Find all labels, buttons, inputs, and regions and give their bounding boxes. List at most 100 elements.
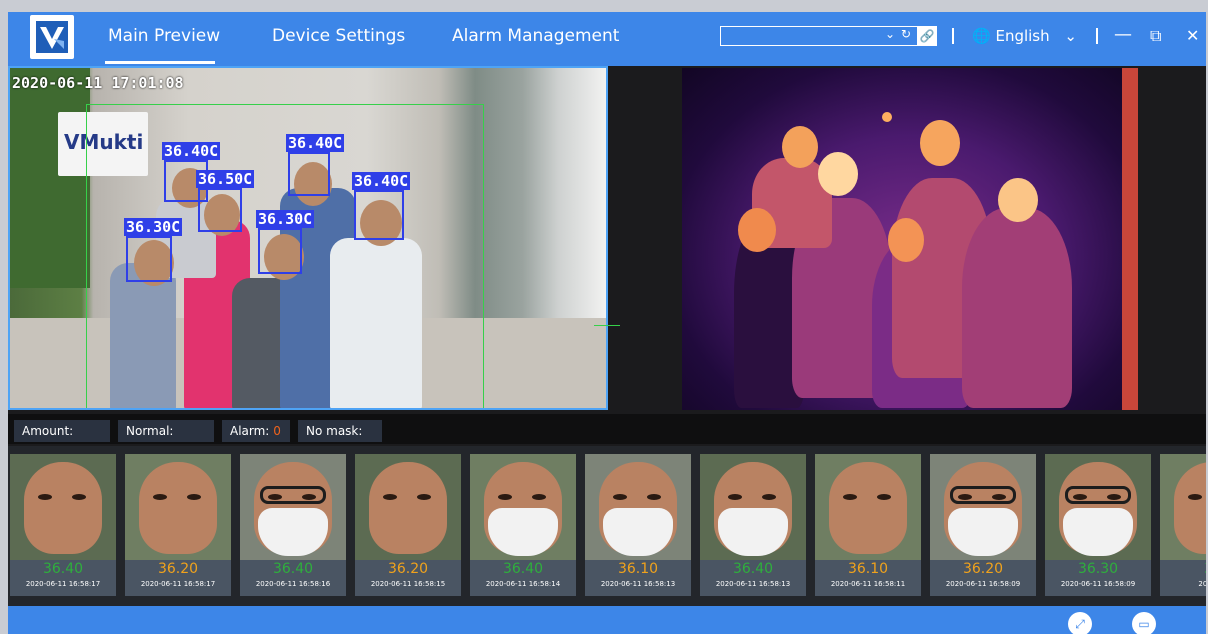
capture-temperature: 36 [1160, 560, 1206, 578]
device-search-input[interactable]: ⌄ ↻ 🔗 [720, 26, 937, 46]
face-mask [948, 508, 1018, 556]
capture-card[interactable]: 36.20 2020-06-11 16:58:17 [125, 454, 231, 596]
capture-time: 2020-06-11 16:58:13 [715, 580, 791, 588]
capture-card[interactable]: 36.20 2020-06-11 16:58:09 [930, 454, 1036, 596]
temperature-label: 36.40C [352, 172, 411, 190]
chevron-down-icon[interactable]: ⌄ [885, 27, 895, 41]
refresh-icon[interactable]: ↻ [901, 27, 911, 41]
stat-no-mask: No mask: 1116 [298, 420, 382, 460]
capture-card[interactable]: 36.10 2020-06-11 16:58:11 [815, 454, 921, 596]
capture-card[interactable]: 36.10 2020-06-11 16:58:13 [585, 454, 691, 596]
glasses [950, 486, 1016, 504]
face-thumbnail [355, 454, 461, 560]
capture-time: 2020-06-11 16:58:15 [370, 580, 446, 588]
face-thumbnail [815, 454, 921, 560]
face-thumbnail [240, 454, 346, 560]
stat-normal: Normal: 2487 [118, 420, 214, 460]
logo-icon [36, 21, 68, 53]
face-thumbnail [1045, 454, 1151, 560]
divider [1096, 28, 1098, 44]
capture-time: 2020-06-11 16:58:13 [600, 580, 676, 588]
capture-temperature: 36.40 [502, 561, 544, 577]
capture-time: 2020-06 [1198, 580, 1206, 588]
capture-temperature: 36.40 [42, 561, 84, 577]
green-wall [10, 68, 90, 288]
face-mask [603, 508, 673, 556]
video-timestamp: 2020-06-11 17:01:08 [12, 74, 184, 92]
temperature-label: 36.50C [196, 170, 255, 188]
temperature-label: 36.30C [124, 218, 183, 236]
capture-time: 2020-06-11 16:58:11 [830, 580, 906, 588]
stat-amount: Amount: 3603 [14, 420, 110, 460]
chevron-down-icon: ⌄ [1064, 27, 1077, 45]
capture-time: 2020-06-11 16:58:09 [1060, 580, 1136, 588]
capture-temperature: 36.40 [272, 561, 314, 577]
app-window: Main Preview Device Settings Alarm Manag… [8, 12, 1206, 634]
capture-card[interactable]: 36.40 2020-06-11 16:58:13 [700, 454, 806, 596]
tab-main-preview[interactable]: Main Preview [108, 26, 220, 46]
face-thumbnail [930, 454, 1036, 560]
capture-card[interactable]: 36.40 2020-06-11 16:58:17 [10, 454, 116, 596]
capture-temperature: 36.20 [962, 561, 1004, 577]
record-icon[interactable]: ▭ [1132, 612, 1156, 634]
glasses [1065, 486, 1131, 504]
face-mask [1063, 508, 1133, 556]
capture-temperature: 36.20 [387, 561, 429, 577]
glasses [260, 486, 326, 504]
active-tab-indicator [105, 61, 215, 64]
capture-card[interactable]: 36.20 2020-06-11 16:58:15 [355, 454, 461, 596]
face-box [126, 236, 172, 282]
language-selector[interactable]: 🌐 English ⌄ [972, 27, 1077, 45]
face-mask [258, 508, 328, 556]
capture-strip[interactable]: 36.40 2020-06-11 16:58:17 36.20 2020-06-11 … [8, 446, 1206, 606]
close-button[interactable]: ✕ [1186, 26, 1199, 45]
thermal-camera-view[interactable] [682, 68, 1138, 410]
capture-card[interactable]: 36.40 2020-06-11 16:58:16 [240, 454, 346, 596]
restore-button[interactable]: ⧉ [1150, 26, 1161, 46]
app-logo [30, 15, 74, 59]
fullscreen-icon[interactable]: ⤢ [1068, 612, 1092, 634]
capture-card[interactable]: 36 2020-06 [1160, 454, 1206, 596]
face-thumbnail [1160, 454, 1206, 560]
top-bar: Main Preview Device Settings Alarm Manag… [8, 12, 1206, 66]
visible-camera-view[interactable]: VMukti 2020-06-11 17:01:08 36.40C 36.50C… [8, 66, 608, 410]
capture-time: 2020-06-11 16:58:14 [485, 580, 561, 588]
language-label: English [995, 27, 1050, 45]
statistics-bar: Amount: 3603 Normal: 2487 Alarm: 0 No ma… [8, 414, 1206, 460]
capture-temperature: 36.20 [157, 561, 199, 577]
alarm-value: 0 [273, 424, 281, 438]
capture-temperature: 36.40 [732, 561, 774, 577]
face-thumbnail [125, 454, 231, 560]
face-thumbnail [470, 454, 576, 560]
minimize-button[interactable]: — [1114, 24, 1132, 45]
divider [952, 28, 954, 44]
capture-temperature: 36.10 [847, 561, 889, 577]
temperature-label: 36.40C [286, 134, 345, 152]
face-thumbnail [700, 454, 806, 560]
face-box [354, 190, 404, 240]
tab-device-settings[interactable]: Device Settings [272, 26, 405, 46]
face-mask [488, 508, 558, 556]
face-mask [718, 508, 788, 556]
face-box [258, 228, 302, 274]
capture-card[interactable]: 36.40 2020-06-11 16:58:14 [470, 454, 576, 596]
capture-time: 2020-06-11 16:58:17 [140, 580, 216, 588]
capture-card[interactable]: 36.30 2020-06-11 16:58:09 [1045, 454, 1151, 596]
capture-time: 2020-06-11 16:58:16 [255, 580, 331, 588]
face-thumbnail [10, 454, 116, 560]
stat-alarm: Alarm: 0 [222, 420, 290, 442]
face-box [288, 152, 330, 196]
capture-time: 2020-06-11 16:58:17 [25, 580, 101, 588]
face-box [198, 188, 242, 232]
capture-time: 2020-06-11 16:58:09 [945, 580, 1021, 588]
link-icon[interactable]: 🔗 [917, 26, 937, 46]
center-marker [594, 325, 620, 326]
capture-temperature: 36.10 [617, 561, 659, 577]
face-thumbnail [585, 454, 691, 560]
temperature-label: 36.30C [256, 210, 315, 228]
tab-alarm-management[interactable]: Alarm Management [452, 26, 619, 46]
temperature-label: 36.40C [162, 142, 221, 160]
bottom-toolbar: ⤢ ▭ [8, 606, 1206, 634]
capture-temperature: 36.30 [1077, 561, 1119, 577]
globe-icon: 🌐 [972, 27, 991, 45]
